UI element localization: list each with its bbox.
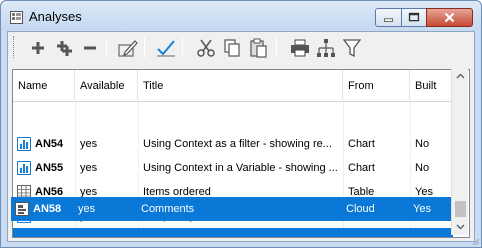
toolbar-separator — [144, 37, 145, 58]
close-button[interactable] — [426, 8, 473, 27]
cut-icon — [197, 39, 215, 57]
add-multiple-icon — [57, 41, 72, 56]
filter-button[interactable] — [340, 36, 364, 60]
check-icon — [157, 40, 175, 57]
add-button[interactable] — [26, 36, 50, 60]
cell-built: No — [415, 162, 430, 174]
list-header: Name Available Title From Built — [13, 70, 453, 102]
toolbar-grip[interactable] — [13, 36, 16, 58]
copy-button[interactable] — [220, 36, 244, 60]
column-header-available[interactable]: Available — [75, 70, 138, 102]
title-bar[interactable]: Analyses — [1, 1, 481, 31]
hierarchy-icon — [317, 39, 335, 57]
cell-name: AN58 — [33, 203, 62, 215]
toolbar-separator — [276, 37, 277, 58]
cell-available: yes — [78, 203, 96, 215]
minimize-icon — [384, 18, 393, 22]
remove-icon — [84, 46, 96, 50]
toolbar — [8, 32, 474, 65]
hierarchy-button[interactable] — [314, 36, 338, 60]
cell-available: yes — [80, 138, 98, 150]
cell-title: Comments — [141, 203, 195, 215]
minimize-button[interactable] — [375, 8, 402, 27]
scroll-up-icon[interactable] — [452, 68, 469, 85]
window-app-icon — [10, 11, 23, 24]
toolbar-separator — [182, 37, 183, 58]
cut-button[interactable] — [194, 36, 218, 60]
resize-grip-icon[interactable] — [470, 236, 480, 246]
cell-title: Using Context in a Variable - showing ..… — [143, 162, 338, 174]
table-row-selected[interactable] — [13, 228, 453, 237]
scrollbar-thumb[interactable] — [455, 201, 466, 217]
add-icon — [32, 42, 44, 54]
cell-from: Chart — [348, 162, 375, 174]
window-title: Analyses — [29, 9, 82, 24]
remove-button[interactable] — [78, 36, 102, 60]
scroll-down-icon[interactable] — [452, 218, 469, 235]
cell-available: yes — [80, 162, 98, 174]
table-row[interactable]: AN55 yes Using Context in a Variable - s… — [13, 156, 453, 180]
cell-title: Using Context as a filter - showing re..… — [143, 138, 332, 150]
print-button[interactable] — [288, 36, 312, 60]
column-header-title[interactable]: Title — [138, 70, 343, 102]
cell-from: Cloud — [346, 203, 375, 215]
close-icon — [444, 12, 455, 23]
edit-icon — [118, 40, 138, 57]
cell-name: AN55 — [35, 162, 64, 174]
table-row[interactable]: AN54 yes Using Context as a filter - sho… — [13, 132, 453, 156]
cell-from: Chart — [348, 138, 375, 150]
paste-icon — [250, 38, 267, 58]
maximize-button[interactable] — [401, 8, 427, 27]
add-multiple-button[interactable] — [52, 36, 76, 60]
maximize-icon — [408, 12, 420, 22]
check-button[interactable] — [154, 36, 178, 60]
print-icon — [291, 39, 309, 57]
copy-icon — [224, 39, 240, 57]
vertical-scrollbar[interactable] — [451, 68, 468, 235]
filter-icon — [342, 39, 362, 58]
toolbar-separator — [106, 37, 107, 58]
paste-button[interactable] — [246, 36, 270, 60]
column-header-built[interactable]: Built — [410, 70, 453, 102]
table-row-selected[interactable]: AN58 yes Comments Cloud Yes — [11, 197, 451, 221]
edit-button[interactable] — [116, 36, 140, 60]
column-header-from[interactable]: From — [343, 70, 410, 102]
cell-built: Yes — [413, 203, 431, 215]
column-header-name[interactable]: Name — [13, 70, 75, 102]
cell-name: AN54 — [35, 138, 64, 150]
cell-built: No — [415, 138, 430, 150]
